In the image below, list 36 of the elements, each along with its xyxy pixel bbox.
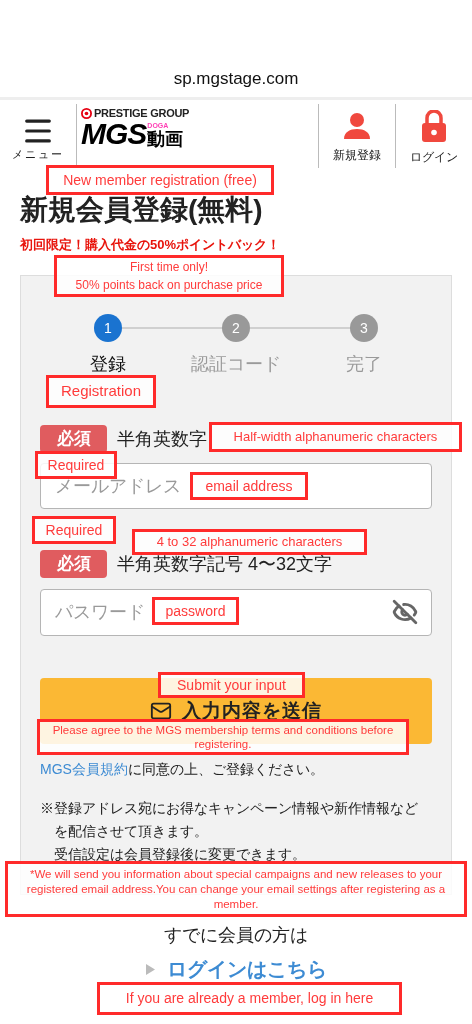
lock-icon — [421, 110, 447, 142]
field-hint: 半角英数字記号 4〜32文字 — [117, 552, 333, 576]
logo-mark-icon — [81, 108, 92, 119]
step-label: 認証コード — [191, 353, 281, 376]
triangle-icon — [145, 963, 155, 975]
translation-note: Registration — [46, 375, 156, 408]
translation-note: Required — [35, 451, 117, 479]
translation-note: *We will send you information about special campaigns and new releases to your registered email address.You can change your email settings after registering as a member. — [5, 861, 467, 917]
login-link[interactable]: ログインはこちら — [166, 957, 327, 981]
step-label: 完了 — [346, 353, 382, 376]
login-button[interactable]: ログイン — [396, 100, 472, 172]
translation-note: If you are already a member, log in here — [97, 982, 402, 1015]
note-text: ※登録アドレス宛にお得なキャンペーン情報や新作情報などを配信させて頂きます。 — [40, 799, 419, 841]
translation-note: Please agree to the MGS membership terms and conditions before registering. — [37, 719, 409, 755]
note-text: 受信設定は会員登録後に変更できます。 — [53, 845, 307, 864]
member-prompt: すでに会員の方は — [163, 924, 309, 947]
url-text[interactable]: sp.mgstage.com — [173, 65, 299, 92]
translation-note: First time only! 50% points back on purchase price — [54, 255, 284, 297]
translation-note: email address — [190, 472, 308, 500]
person-icon — [343, 112, 371, 140]
register-button[interactable]: 新規登録 — [319, 100, 395, 172]
translation-note: password — [152, 597, 239, 625]
required-badge: 必須 — [40, 425, 107, 453]
terms-text: MGS会員規約に同意の上、ご登録ください。 — [40, 760, 325, 779]
hide-password-icon[interactable] — [392, 599, 418, 625]
translation-note: New member registration (free) — [46, 165, 274, 195]
required-badge: 必須 — [40, 550, 107, 578]
translation-note: 4 to 32 alphanumeric characters — [132, 529, 367, 555]
step-label: 登録 — [90, 353, 126, 376]
translation-note: Submit your input — [158, 672, 305, 698]
translation-note: Half-width alphanumeric characters — [209, 422, 462, 452]
page-title: 新規会員登録(無料) — [20, 193, 264, 227]
promo-text: 初回限定！購入代金の50%ポイントバック！ — [20, 236, 282, 254]
translation-note: Required — [32, 516, 116, 544]
mail-icon — [150, 700, 172, 722]
field-hint: 半角英数字 — [117, 427, 207, 451]
